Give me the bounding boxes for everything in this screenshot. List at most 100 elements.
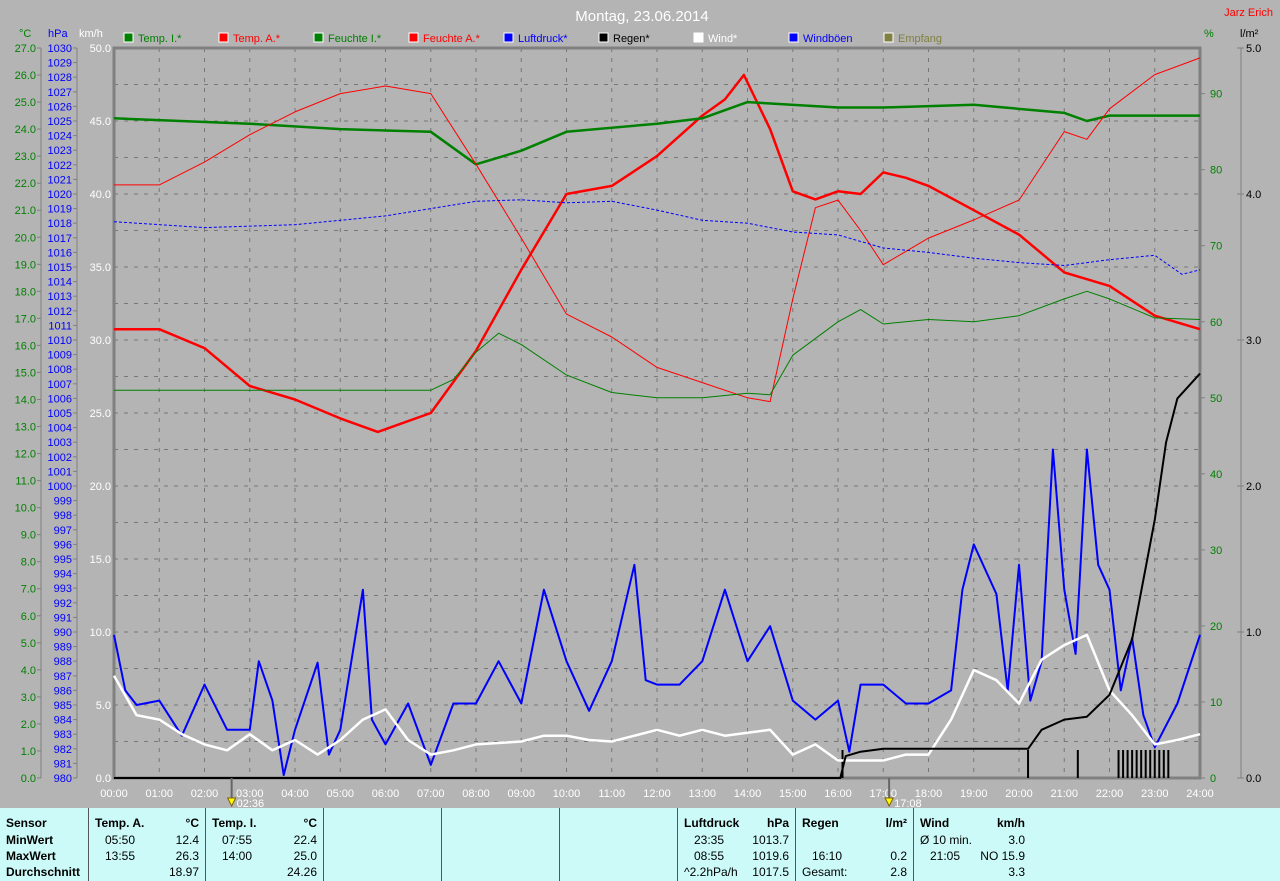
tick-label-percent: 90 [1210, 89, 1222, 101]
avg-value: 1017.5 [752, 865, 789, 879]
tick-label-time: 19:00 [960, 788, 988, 800]
tick-label-hpa: 1010 [48, 335, 72, 347]
max-value: 25.0 [293, 849, 317, 863]
tick-label-hpa: 1015 [48, 262, 72, 274]
tick-label-hpa: 997 [54, 525, 72, 537]
tick-label-rain: 0.0 [1246, 773, 1261, 785]
tick-label-kmh: 25.0 [90, 408, 111, 420]
tick-label-kmh: 30.0 [90, 335, 111, 347]
tick-label-time: 24:00 [1186, 788, 1214, 800]
tick-label-hpa: 989 [54, 642, 72, 654]
tick-label-rain: 3.0 [1246, 335, 1261, 347]
marker-time: 02:36 [237, 798, 265, 808]
tick-label-celsius: 19.0 [15, 259, 36, 271]
tick-label-hpa: 1003 [48, 437, 72, 449]
max-value: 26.3 [175, 849, 199, 863]
tick-label-hpa: 1002 [48, 452, 72, 464]
axis-label-kmh: km/h [79, 28, 103, 40]
row-label: MaxWert [6, 849, 56, 863]
tick-label-celsius: 9.0 [21, 530, 36, 542]
tick-label-time: 21:00 [1050, 788, 1078, 800]
tick-label-celsius: 2.0 [21, 719, 36, 731]
tick-label-hpa: 1013 [48, 291, 72, 303]
tick-label-hpa: 991 [54, 612, 72, 624]
tick-label-hpa: 998 [54, 510, 72, 522]
tick-label-hpa: 993 [54, 583, 72, 595]
tick-label-rain: 1.0 [1246, 627, 1261, 639]
tick-label-hpa: 1019 [48, 204, 72, 216]
tick-label-celsius: 4.0 [21, 665, 36, 677]
tick-label-celsius: 5.0 [21, 638, 36, 650]
tick-label-celsius: 6.0 [21, 611, 36, 623]
col-title: Temp. I. [212, 816, 257, 830]
tick-label-time: 20:00 [1005, 788, 1033, 800]
legend-swatch [218, 32, 229, 43]
axis-label-hpa: hPa [48, 28, 68, 40]
tick-label-hpa: 995 [54, 554, 72, 566]
legend-label: Regen* [613, 33, 650, 45]
tick-label-hpa: 994 [54, 569, 72, 581]
legend-swatch [693, 32, 704, 43]
tick-label-celsius: 11.0 [15, 476, 36, 488]
tick-label-celsius: 18.0 [15, 286, 36, 298]
tick-label-hpa: 982 [54, 744, 72, 756]
tick-label-hpa: 984 [54, 715, 72, 727]
tick-label-hpa: 1026 [48, 101, 72, 113]
tick-label-hpa: 1008 [48, 364, 72, 376]
tick-label-celsius: 27.0 [15, 43, 36, 55]
tick-label-hpa: 1007 [48, 379, 72, 391]
tick-label-celsius: 25.0 [15, 97, 36, 109]
temp-i-column: Temp. I. °C 07:55 22.4 14:00 25.0 24.26 [206, 808, 324, 881]
tick-label-hpa: 1027 [48, 87, 72, 99]
tick-label-time: 04:00 [281, 788, 309, 800]
legend-label: Wind* [708, 33, 738, 45]
tick-label-percent: 50 [1210, 393, 1222, 405]
col-unit: l/m² [885, 816, 907, 830]
tick-label-time: 23:00 [1141, 788, 1169, 800]
tick-label-celsius: 1.0 [21, 746, 36, 758]
legend-label: Empfang [898, 33, 942, 45]
tick-label-hpa: 986 [54, 685, 72, 697]
empty-column [324, 808, 442, 881]
axis-label-percent: % [1204, 28, 1214, 40]
tick-label-percent: 0 [1210, 773, 1216, 785]
tick-label-time: 15:00 [779, 788, 807, 800]
tick-label-time: 02:00 [191, 788, 219, 800]
series-regen [114, 372, 1201, 779]
tick-label-kmh: 40.0 [90, 189, 111, 201]
tick-label-time: 01:00 [145, 788, 173, 800]
tick-label-percent: 80 [1210, 165, 1222, 177]
max-time: 21:05 [930, 849, 961, 863]
tick-label-hpa: 985 [54, 700, 72, 712]
tick-label-percent: 30 [1210, 545, 1222, 557]
legend-label: Feuchte A.* [423, 33, 481, 45]
tick-label-hpa: 1018 [48, 218, 72, 230]
tick-label-time: 22:00 [1096, 788, 1124, 800]
min-time: 23:35 [694, 833, 725, 847]
tick-label-hpa: 1021 [48, 174, 72, 186]
tick-label-time: 12:00 [643, 788, 671, 800]
tick-label-time: 07:00 [417, 788, 445, 800]
tick-label-celsius: 3.0 [21, 692, 36, 704]
legend-label: Windböen [803, 33, 853, 45]
axis-label-celsius: °C [19, 28, 31, 40]
trend: ^2.2hPa/h [684, 865, 738, 879]
row-label: Durchschnitt [6, 865, 81, 879]
tick-label-hpa: 1012 [48, 306, 72, 318]
tick-label-hpa: 1004 [48, 423, 72, 435]
chart-title: Montag, 23.06.2014 [575, 8, 708, 25]
tick-label-kmh: 45.0 [90, 116, 111, 128]
tick-label-celsius: 8.0 [21, 557, 36, 569]
tick-label-time: 11:00 [598, 788, 625, 800]
legend-label: Feuchte I.* [328, 33, 382, 45]
row-labels: Sensor MinWert MaxWert Durchschnitt [0, 808, 89, 881]
col-title: Luftdruck [684, 816, 740, 830]
avg10-label: Ø 10 min. [920, 833, 973, 847]
avg10-value: 3.0 [1008, 833, 1025, 847]
tick-label-hpa: 1017 [48, 233, 72, 245]
min-time: 07:55 [222, 833, 253, 847]
col-unit: °C [303, 816, 317, 830]
max-time: 14:00 [222, 849, 253, 863]
min-value: 1013.7 [752, 833, 789, 847]
tick-label-hpa: 1006 [48, 393, 72, 405]
